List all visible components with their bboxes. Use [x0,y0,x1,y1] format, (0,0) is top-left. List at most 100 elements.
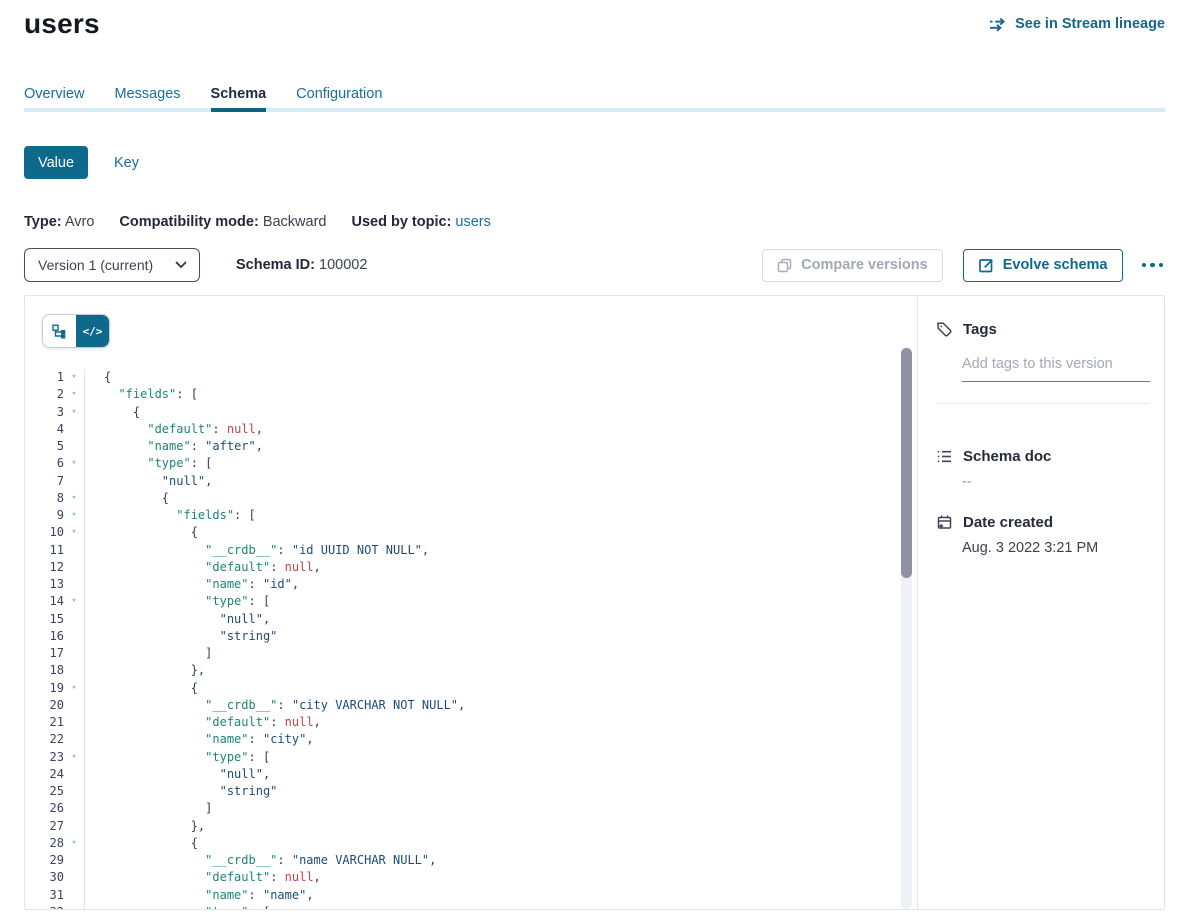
code-text: "name": "id", [85,576,299,593]
evolve-schema-button[interactable]: Evolve schema [963,249,1123,282]
line-number: 8 [25,490,64,507]
line-number: 9 [25,507,64,524]
code-text: "string" [85,783,277,800]
code-text: "fields": [ [85,386,198,403]
code-text: { [85,404,140,421]
code-text: "type": [ [85,904,270,910]
line-number: 20 [25,697,64,714]
fold-gutter [64,887,85,904]
code-line: 14▾ "type": [ [25,593,917,610]
add-tags-input[interactable]: Add tags to this version [962,356,1150,382]
code-text: "type": [ [85,749,270,766]
fold-gutter [64,421,85,438]
tree-view-icon [52,324,67,339]
scrollbar-thumb[interactable] [901,348,912,578]
code-line: 19▾ { [25,680,917,697]
schema-page: users See in Stream lineage Overview Mes… [0,0,1189,916]
code-text: "name": "city", [85,731,314,748]
line-number: 15 [25,611,64,628]
code-line: 16 "string" [25,628,917,645]
line-number: 13 [25,576,64,593]
code-line: 5 "name": "after", [25,438,917,455]
code-text: "type": [ [85,455,212,472]
fold-caret-icon[interactable]: ▾ [64,593,85,610]
line-number: 19 [25,680,64,697]
line-number: 17 [25,645,64,662]
line-number: 14 [25,593,64,610]
schema-doc-value: -- [962,474,1150,490]
line-number: 1 [25,369,64,386]
more-actions-button[interactable] [1140,257,1166,274]
compatibility-mode: Compatibility mode: Backward [119,214,326,230]
key-toggle-link[interactable]: Key [114,155,139,171]
tag-icon [936,321,953,338]
line-number: 3 [25,404,64,421]
view-mode-toggle: </> [42,314,110,348]
code-line: 11 "__crdb__": "id UUID NOT NULL", [25,542,917,559]
fold-gutter [64,628,85,645]
schema-metadata-sidebar: Tags Add tags to this version Schema doc… [917,296,1164,909]
code-line: 12 "default": null, [25,559,917,576]
tab-messages[interactable]: Messages [114,86,180,112]
fold-caret-icon[interactable]: ▾ [64,904,85,910]
line-number: 22 [25,731,64,748]
fold-gutter [64,662,85,679]
tab-configuration[interactable]: Configuration [296,86,382,112]
tree-view-button[interactable] [43,315,76,347]
schema-editor: </> 1▾{2▾ "fields": [3▾ {4 "default": nu… [25,296,917,909]
line-number: 32 [25,904,64,910]
version-toolbar: Version 1 (current) Schema ID: 100002 Co… [24,248,1165,282]
fold-gutter [64,800,85,817]
code-text: "null", [85,766,270,783]
see-in-stream-lineage-link[interactable]: See in Stream lineage [989,16,1165,32]
fold-caret-icon[interactable]: ▾ [64,369,85,386]
code-line: 18 }, [25,662,917,679]
fold-caret-icon[interactable]: ▾ [64,524,85,541]
fold-caret-icon[interactable]: ▾ [64,404,85,421]
code-text: "string" [85,628,277,645]
code-text: "__crdb__": "name VARCHAR NULL", [85,852,436,869]
tab-schema[interactable]: Schema [211,86,267,112]
version-select[interactable]: Version 1 (current) [24,248,200,282]
code-text: "null", [85,473,212,490]
fold-gutter [64,542,85,559]
code-text: ] [85,800,212,817]
code-line: 9▾ "fields": [ [25,507,917,524]
code-view-button[interactable]: </> [76,315,109,347]
page-title: users [24,8,100,40]
fold-gutter [64,697,85,714]
code-line: 3▾ { [25,404,917,421]
fold-caret-icon[interactable]: ▾ [64,749,85,766]
fold-caret-icon[interactable]: ▾ [64,680,85,697]
topic-link[interactable]: users [455,214,490,230]
stream-lineage-icon [989,17,1007,32]
schema-meta: Type: Avro Compatibility mode: Backward … [24,214,1165,230]
fold-caret-icon[interactable]: ▾ [64,455,85,472]
ellipsis-icon [1159,263,1164,268]
compare-versions-button[interactable]: Compare versions [762,249,943,282]
page-header: users See in Stream lineage [24,8,1165,40]
line-number: 11 [25,542,64,559]
fold-caret-icon[interactable]: ▾ [64,507,85,524]
editor-scrollbar[interactable] [901,347,912,909]
line-number: 6 [25,455,64,472]
fold-caret-icon[interactable]: ▾ [64,490,85,507]
code-line: 7 "null", [25,473,917,490]
tab-overview[interactable]: Overview [24,86,84,112]
line-number: 10 [25,524,64,541]
value-toggle-button[interactable]: Value [24,146,88,179]
fold-gutter [64,731,85,748]
code-text: "type": [ [85,593,270,610]
calendar-add-icon [936,514,953,531]
code-text: { [85,835,198,852]
list-icon [936,448,953,465]
code-text: "name": "name", [85,887,314,904]
fold-caret-icon[interactable]: ▾ [64,386,85,403]
date-created-section-header: Date created [936,514,1150,531]
fold-gutter [64,714,85,731]
line-number: 4 [25,421,64,438]
fold-caret-icon[interactable]: ▾ [64,835,85,852]
line-number: 25 [25,783,64,800]
code-line: 28▾ { [25,835,917,852]
line-number: 23 [25,749,64,766]
